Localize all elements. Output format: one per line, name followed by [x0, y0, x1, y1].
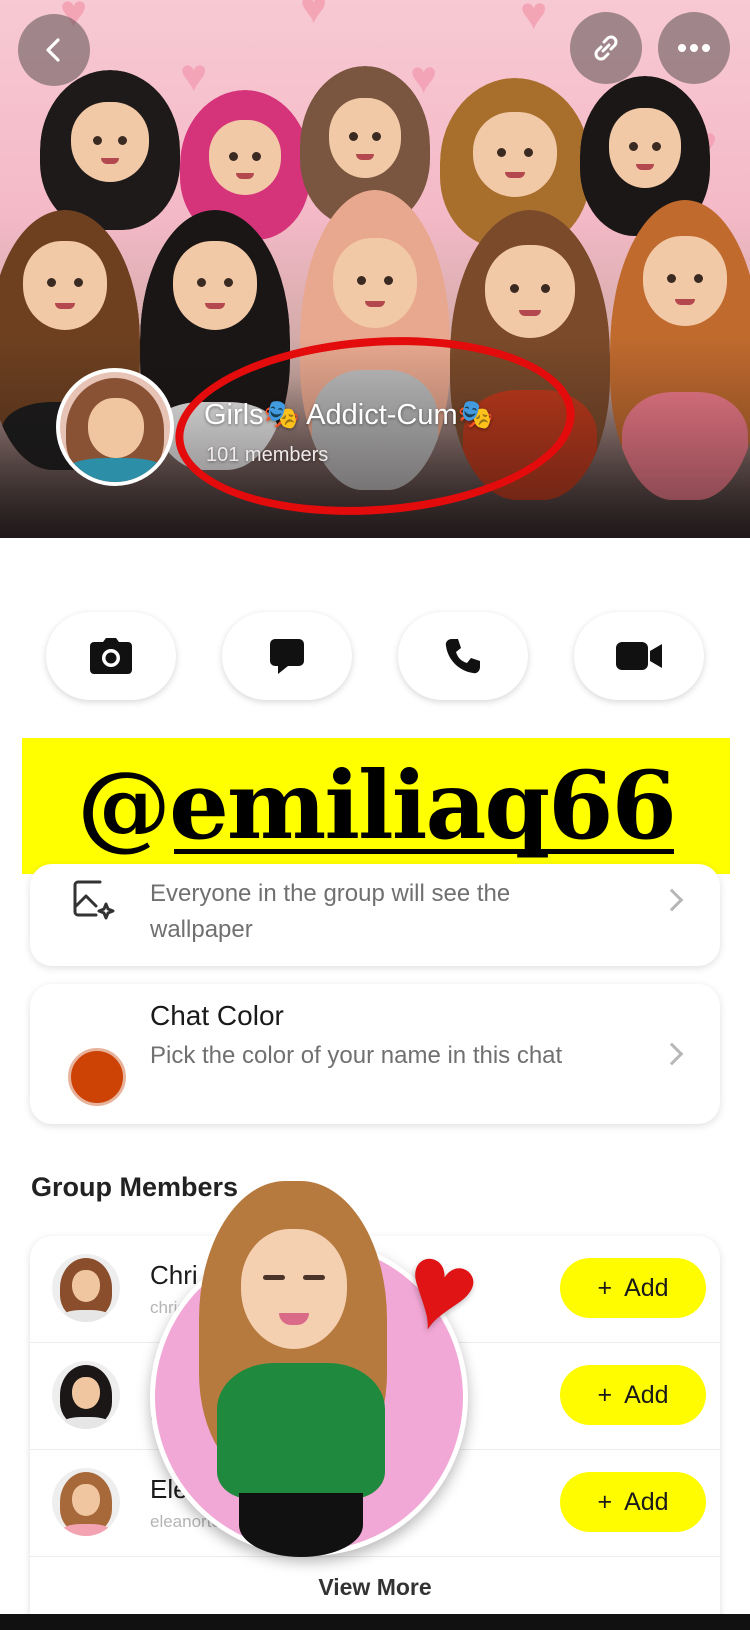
bottom-bar [0, 1614, 750, 1630]
chat-bubble-icon [270, 639, 304, 674]
group-avatar[interactable] [56, 368, 174, 486]
avatar [52, 1468, 120, 1536]
add-member-button[interactable]: + Add [560, 1365, 706, 1425]
add-member-button[interactable]: + Add [560, 1258, 706, 1318]
back-button[interactable] [18, 14, 90, 86]
video-call-button[interactable] [574, 612, 704, 700]
heart-decoration: ♥ [300, 0, 328, 33]
sticker-sweater [217, 1363, 385, 1499]
video-camera-icon [616, 642, 662, 670]
group-members-heading: Group Members [31, 1172, 239, 1202]
wallpaper-icon [73, 880, 115, 920]
plus-icon: + [597, 1380, 613, 1409]
camera-icon [90, 638, 132, 674]
add-member-button[interactable]: + Add [560, 1472, 706, 1532]
heart-decoration: ♥ [180, 49, 208, 101]
chat-color-title: Chat Color [150, 1000, 284, 1031]
quick-actions [0, 612, 750, 702]
view-more-button[interactable]: View More [30, 1574, 720, 1601]
member-bitmoji [40, 70, 180, 230]
member-name: Chri [150, 1260, 198, 1290]
wallpaper-setting[interactable]: Everyone in the group will see the wallp… [30, 864, 720, 966]
avatar [52, 1254, 120, 1322]
sticker-skirt [239, 1493, 363, 1557]
bitmoji-sticker: ♥ [150, 1181, 495, 1557]
wallpaper-description: Everyone in the group will see the wallp… [150, 880, 511, 943]
chevron-right-icon [660, 888, 684, 912]
more-dots-icon [678, 44, 710, 52]
group-header-banner: ♥ ♥ ♥ ♥ ♥ ♥ ♥ Gir [0, 0, 750, 538]
camera-button[interactable] [46, 612, 176, 700]
share-link-button[interactable] [570, 12, 642, 84]
avatar [52, 1361, 120, 1429]
plus-icon: + [597, 1487, 613, 1516]
call-button[interactable] [398, 612, 528, 700]
more-options-button[interactable] [658, 12, 730, 84]
add-label: Add [624, 1380, 669, 1409]
chat-button[interactable] [222, 612, 352, 700]
back-arrow-icon [46, 38, 60, 62]
heart-decoration: ♥ [520, 0, 548, 39]
chat-color-setting[interactable]: Chat Color Pick the color of your name i… [30, 984, 720, 1124]
link-icon [594, 35, 618, 61]
chat-color-description: Pick the color of your name in this chat [150, 1042, 563, 1069]
add-label: Add [624, 1273, 669, 1302]
plus-icon: + [597, 1273, 613, 1302]
sticker-face [241, 1229, 347, 1349]
chat-color-swatch[interactable] [68, 1048, 126, 1106]
username-watermark: @emiliaq66 [22, 738, 730, 874]
add-label: Add [624, 1487, 669, 1516]
watermark-underline [174, 849, 674, 854]
phone-icon [445, 639, 480, 674]
watermark-text: @emiliaq66 [77, 751, 677, 861]
chevron-right-icon [660, 1042, 684, 1066]
